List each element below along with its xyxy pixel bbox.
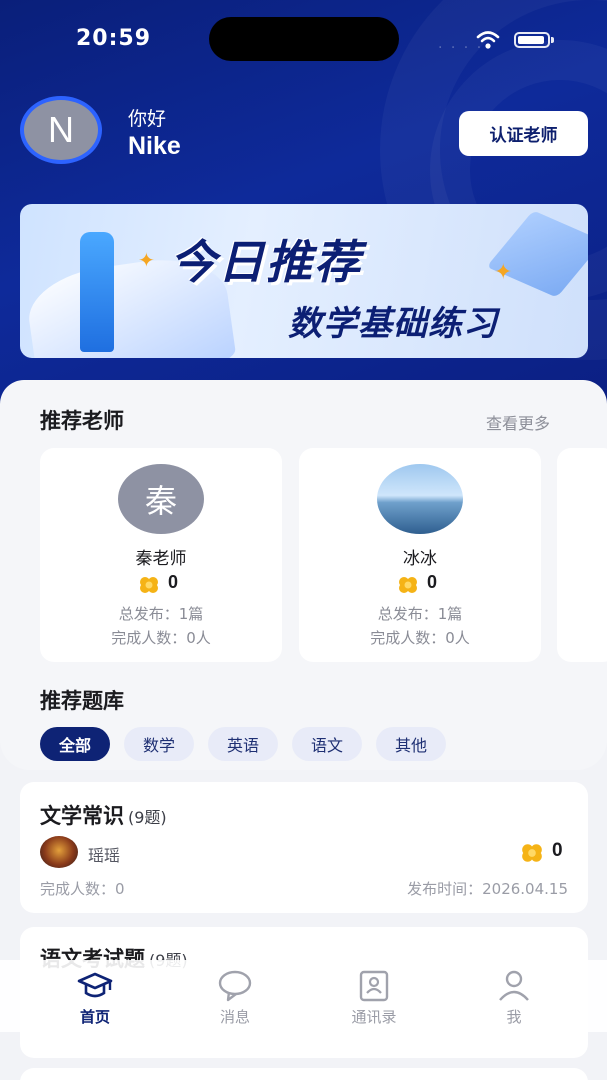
user-name: Nike — [128, 132, 181, 160]
filter-chip-chinese[interactable]: 语文 — [292, 727, 362, 761]
teacher-card-partial[interactable] — [557, 448, 607, 662]
filter-chip-math[interactable]: 数学 — [124, 727, 194, 761]
recommended-bank-title: 推荐题库 — [40, 689, 124, 713]
status-time: 20:59 — [76, 26, 152, 51]
filter-chip-all[interactable]: 全部 — [40, 727, 110, 761]
filter-chip-english[interactable]: 英语 — [208, 727, 278, 761]
publish-time: 发布时间：2026.04.15 — [407, 880, 568, 898]
coin-flower-icon — [140, 577, 158, 593]
teacher-published-count: 总发布：1篇 — [118, 605, 204, 623]
coin-flower-icon — [522, 844, 542, 862]
tab-me[interactable]: 我 — [464, 960, 564, 1032]
question-set-card[interactable]: 文学常识 (9题) 瑶瑶 0 完成人数：0 发布时间：2026.04.15 — [20, 782, 588, 913]
banner-subtitle: 数学基础练习 — [288, 304, 498, 344]
teacher-name: 秦老师 — [135, 549, 187, 569]
question-set-score: 0 — [552, 840, 563, 861]
tab-label: 我 — [506, 1008, 522, 1026]
sparkle-icon: ✦ — [494, 260, 513, 285]
banner-title: 今日推荐 — [170, 235, 362, 289]
teacher-completed-count: 完成人数：0人 — [111, 629, 211, 647]
battery-icon — [514, 32, 554, 48]
teacher-name: 冰冰 — [403, 549, 437, 569]
question-count: (9题) — [128, 808, 167, 827]
teacher-score: 0 — [168, 572, 179, 592]
sparkle-icon: ✦ — [138, 248, 155, 272]
teacher-card[interactable]: 秦 秦老师 0 总发布：1篇 完成人数：0人 — [40, 448, 282, 662]
contacts-book-icon — [359, 970, 389, 1002]
filter-chip-other[interactable]: 其他 — [376, 727, 446, 761]
graduation-cap-icon — [77, 972, 113, 998]
chat-bubble-icon — [218, 970, 252, 1002]
teacher-avatar-photo — [377, 464, 463, 534]
author-avatar — [40, 836, 78, 868]
teacher-avatar: 秦 — [118, 464, 204, 534]
dynamic-island — [209, 17, 399, 61]
wifi-icon — [476, 31, 500, 49]
tab-messages[interactable]: 消息 — [185, 960, 285, 1032]
teacher-score: 0 — [427, 572, 438, 592]
tab-label: 通讯录 — [351, 1008, 397, 1026]
teacher-card[interactable]: 冰冰 0 总发布：1篇 完成人数：0人 — [299, 448, 541, 662]
certify-teacher-button[interactable]: 认证老师 — [459, 111, 588, 156]
coin-flower-icon — [399, 577, 417, 593]
completed-count: 完成人数：0 — [40, 880, 125, 898]
greeting-text: 你好 — [128, 108, 167, 130]
bottom-tab-bar: 首页 消息 通讯录 我 — [0, 960, 607, 1032]
tab-label: 首页 — [79, 1008, 110, 1026]
pen-illustration — [80, 232, 114, 352]
recommended-teachers-title: 推荐老师 — [40, 409, 124, 433]
user-avatar[interactable]: N — [20, 96, 102, 164]
question-set-title: 文学常识 (9题) — [40, 804, 167, 828]
tab-home[interactable]: 首页 — [45, 960, 145, 1032]
tab-contacts[interactable]: 通讯录 — [324, 960, 424, 1032]
person-icon — [499, 970, 529, 1001]
view-more-link[interactable]: 查看更多 — [486, 410, 550, 434]
teacher-published-count: 总发布：1篇 — [377, 605, 463, 623]
teacher-completed-count: 完成人数：0人 — [370, 629, 470, 647]
question-set-card-partial[interactable] — [20, 1068, 588, 1080]
author-name: 瑶瑶 — [88, 846, 121, 865]
tab-label: 消息 — [219, 1008, 250, 1026]
recommend-banner[interactable]: ✦ ✦ 今日推荐 数学基础练习 — [20, 204, 588, 358]
